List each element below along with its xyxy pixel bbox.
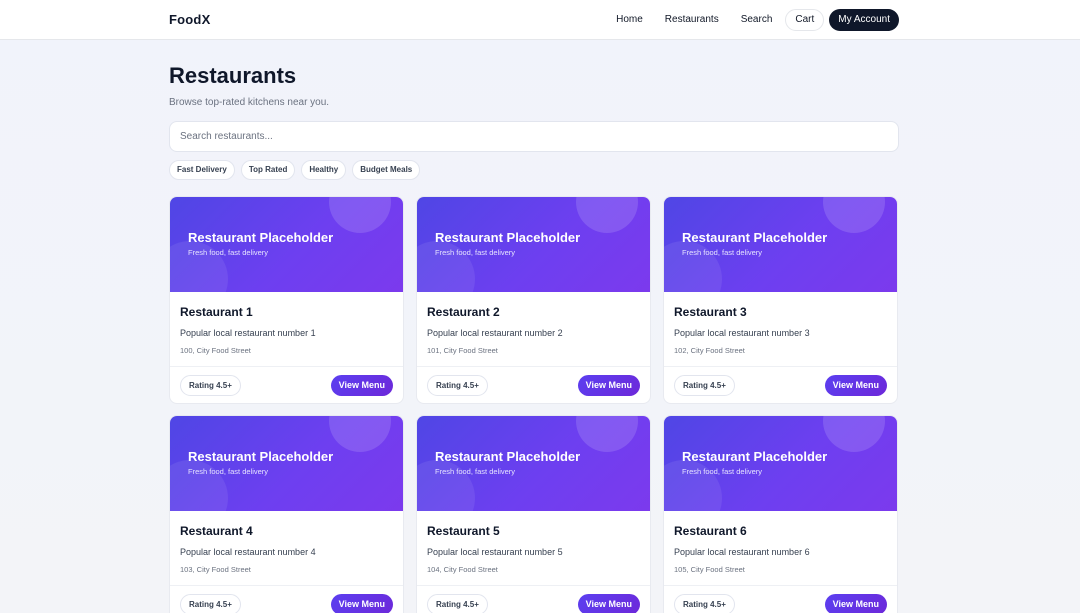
restaurant-name[interactable]: Restaurant 4 [180, 524, 253, 538]
card-divider [664, 366, 897, 367]
banner-decoration [576, 197, 638, 233]
restaurant-description: Popular local restaurant number 2 [427, 328, 563, 338]
restaurant-name[interactable]: Restaurant 3 [674, 305, 747, 319]
restaurant-card[interactable]: Restaurant Placeholder Fresh food, fast … [663, 415, 898, 613]
restaurant-address: 105, City Food Street [674, 565, 745, 574]
view-menu-button[interactable]: View Menu [824, 594, 887, 613]
restaurant-address: 104, City Food Street [427, 565, 498, 574]
restaurant-address: 100, City Food Street [180, 346, 251, 355]
restaurant-name[interactable]: Restaurant 1 [180, 305, 253, 319]
restaurant-description: Popular local restaurant number 1 [180, 328, 316, 338]
banner-decoration [329, 197, 391, 233]
banner-decoration [823, 416, 885, 452]
search-input[interactable] [170, 122, 898, 151]
cart-button[interactable]: Cart [785, 9, 825, 31]
restaurant-card[interactable]: Restaurant Placeholder Fresh food, fast … [416, 196, 651, 404]
my-account-button[interactable]: My Account [829, 9, 899, 31]
restaurant-address: 103, City Food Street [180, 565, 251, 574]
nav-link-home[interactable]: Home [605, 9, 654, 31]
restaurant-grid: Restaurant Placeholder Fresh food, fast … [169, 196, 899, 613]
card-divider [664, 585, 897, 586]
filter-chip-fast-delivery[interactable]: Fast Delivery [169, 160, 235, 180]
restaurant-banner: Restaurant Placeholder Fresh food, fast … [170, 197, 403, 292]
restaurant-banner: Restaurant Placeholder Fresh food, fast … [170, 416, 403, 511]
page-title: Restaurants [169, 63, 297, 88]
page-subtitle: Browse top-rated kitchens near you. [169, 97, 330, 108]
banner-decoration [823, 197, 885, 233]
restaurant-banner: Restaurant Placeholder Fresh food, fast … [664, 197, 897, 292]
restaurant-description: Popular local restaurant number 4 [180, 547, 316, 557]
restaurant-card[interactable]: Restaurant Placeholder Fresh food, fast … [663, 196, 898, 404]
restaurant-banner: Restaurant Placeholder Fresh food, fast … [417, 416, 650, 511]
view-menu-button[interactable]: View Menu [330, 375, 393, 396]
restaurant-banner: Restaurant Placeholder Fresh food, fast … [664, 416, 897, 511]
filter-chip-healthy[interactable]: Healthy [301, 160, 347, 180]
brand-logo[interactable]: FoodX [169, 12, 210, 27]
restaurant-address: 101, City Food Street [427, 346, 498, 355]
filter-chips: Fast Delivery Top Rated Healthy Budget M… [169, 160, 426, 180]
top-navigation-bar: FoodX Home Restaurants Search Cart My Ac… [0, 0, 1080, 40]
banner-title: Restaurant Placeholder [682, 230, 828, 245]
banner-subtitle: Fresh food, fast delivery [435, 467, 516, 476]
rating-badge: Rating 4.5+ [180, 594, 241, 613]
banner-decoration [576, 416, 638, 452]
banner-subtitle: Fresh food, fast delivery [682, 467, 763, 476]
rating-badge: Rating 4.5+ [180, 375, 241, 396]
rating-badge: Rating 4.5+ [674, 375, 735, 396]
restaurant-description: Popular local restaurant number 3 [674, 328, 810, 338]
banner-title: Restaurant Placeholder [188, 230, 334, 245]
banner-subtitle: Fresh food, fast delivery [188, 248, 269, 257]
restaurant-card[interactable]: Restaurant Placeholder Fresh food, fast … [169, 196, 404, 404]
nav-link-restaurants[interactable]: Restaurants [654, 9, 730, 31]
restaurant-name[interactable]: Restaurant 5 [427, 524, 500, 538]
rating-badge: Rating 4.5+ [427, 375, 488, 396]
view-menu-button[interactable]: View Menu [577, 594, 640, 613]
banner-subtitle: Fresh food, fast delivery [682, 248, 763, 257]
restaurant-name[interactable]: Restaurant 6 [674, 524, 747, 538]
restaurant-address: 102, City Food Street [674, 346, 745, 355]
card-divider [417, 585, 650, 586]
banner-subtitle: Fresh food, fast delivery [435, 248, 516, 257]
nav-link-search[interactable]: Search [730, 9, 784, 31]
view-menu-button[interactable]: View Menu [577, 375, 640, 396]
rating-badge: Rating 4.5+ [674, 594, 735, 613]
banner-title: Restaurant Placeholder [435, 449, 581, 464]
banner-title: Restaurant Placeholder [188, 449, 334, 464]
banner-title: Restaurant Placeholder [435, 230, 581, 245]
filter-chip-budget-meals[interactable]: Budget Meals [352, 160, 421, 180]
banner-decoration [329, 416, 391, 452]
main-nav: Home Restaurants Search Cart My Account [605, 9, 899, 31]
banner-title: Restaurant Placeholder [682, 449, 828, 464]
filter-chip-top-rated[interactable]: Top Rated [240, 160, 296, 180]
restaurant-card[interactable]: Restaurant Placeholder Fresh food, fast … [169, 415, 404, 613]
restaurant-name[interactable]: Restaurant 2 [427, 305, 500, 319]
card-divider [170, 366, 403, 367]
rating-badge: Rating 4.5+ [427, 594, 488, 613]
banner-subtitle: Fresh food, fast delivery [188, 467, 269, 476]
restaurant-banner: Restaurant Placeholder Fresh food, fast … [417, 197, 650, 292]
restaurant-description: Popular local restaurant number 6 [674, 547, 810, 557]
card-divider [417, 366, 650, 367]
search-bar [169, 121, 899, 152]
card-divider [170, 585, 403, 586]
restaurant-card[interactable]: Restaurant Placeholder Fresh food, fast … [416, 415, 651, 613]
restaurant-description: Popular local restaurant number 5 [427, 547, 563, 557]
view-menu-button[interactable]: View Menu [824, 375, 887, 396]
view-menu-button[interactable]: View Menu [330, 594, 393, 613]
